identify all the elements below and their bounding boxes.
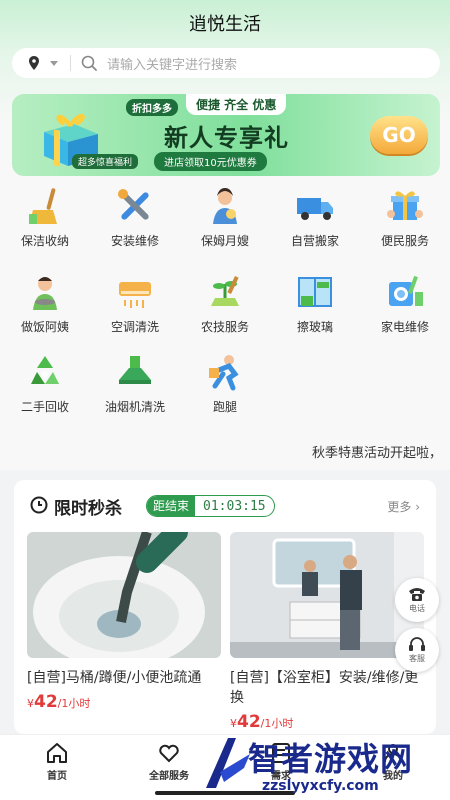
search-divider — [70, 55, 71, 71]
tools-icon — [118, 189, 149, 220]
range-hood-icon — [119, 356, 151, 384]
banner-go-button[interactable]: GO — [370, 116, 428, 154]
phone-button[interactable]: 电话 — [395, 578, 439, 622]
category-label: 油烟机清洗 — [104, 400, 165, 414]
recycle-icon — [31, 356, 59, 384]
chef-icon — [33, 277, 57, 310]
chevron-right-icon: › — [415, 500, 420, 514]
agriculture-icon — [211, 275, 239, 306]
runner-icon — [209, 355, 239, 391]
home-icon — [47, 743, 67, 763]
banner-tag-discount: 折扣多多 — [126, 99, 178, 116]
category-range-hood[interactable]: 油烟机清洗 — [90, 352, 180, 415]
countdown-time: 01:03:15 — [203, 498, 266, 514]
category-label: 擦玻璃 — [296, 320, 333, 334]
heart-hand-icon — [159, 744, 179, 763]
product-price: ¥42/1小时 — [27, 692, 221, 712]
category-cooking[interactable]: 做饭阿姨 — [0, 272, 90, 335]
category-label: 保姆月嫂 — [200, 234, 249, 248]
product-card[interactable]: [自营]马桶/蹲便/小便池疏通 ¥42/1小时 — [27, 521, 221, 712]
category-label: 跑腿 — [212, 400, 237, 414]
category-repair[interactable]: 安装维修 — [90, 186, 180, 249]
category-cleaning[interactable]: 保洁收纳 — [0, 186, 90, 249]
tab-label: 首页 — [47, 771, 67, 782]
chevron-down-icon[interactable] — [50, 60, 58, 66]
watermark: 智者游戏网 zzslyyxcfy.com — [200, 730, 450, 800]
phone-icon — [409, 588, 425, 601]
price-value: 42 — [34, 692, 58, 712]
product-card[interactable]: [自营]【浴室柜】安装/维修/更换 ¥42/1小时 — [230, 532, 424, 732]
product-name: [自营]【浴室柜】安装/维修/更换 — [230, 670, 419, 706]
banner-headline: 新人专享礼 — [164, 124, 289, 152]
window-icon — [298, 277, 332, 307]
watermark-text: 智者游戏网 — [248, 740, 414, 778]
category-window[interactable]: 擦玻璃 — [270, 272, 360, 335]
clock-icon — [30, 496, 48, 514]
flash-sale-title: 限时秒杀 — [54, 499, 122, 519]
service-label: 客服 — [409, 654, 425, 663]
countdown: 距结束 01:03:15 — [146, 495, 275, 517]
notice-marquee[interactable]: 秋季特惠活动开起啦， — [312, 442, 442, 461]
appliance-icon — [389, 275, 423, 306]
category-recycle[interactable]: 二手回收 — [0, 352, 90, 415]
phone-label: 电话 — [409, 604, 425, 613]
category-convenience[interactable]: 便民服务 — [360, 186, 450, 249]
category-label: 二手回收 — [20, 400, 69, 414]
more-link[interactable]: 更多 › — [387, 498, 420, 515]
banner-tag-welfare: 超多惊喜福利 — [72, 154, 139, 169]
app-title: 逍悦生活 — [189, 14, 261, 35]
price-unit: /1小时 — [57, 697, 91, 710]
category-label: 家电维修 — [380, 320, 429, 334]
price-unit: /1小时 — [260, 717, 294, 730]
price-symbol: ¥ — [230, 717, 237, 730]
category-label: 保洁收纳 — [20, 234, 69, 248]
product-price: ¥42/1小时 — [230, 712, 424, 732]
category-label: 自营搬家 — [290, 234, 339, 248]
flash-sale-card: 限时秒杀 距结束 01:03:15 更多 › [自营]马桶/蹲便/小便池疏通 ¥… — [14, 480, 436, 734]
countdown-label: 距结束 — [147, 496, 196, 516]
category-nanny[interactable]: 保姆月嫂 — [180, 186, 270, 249]
search-bar[interactable]: 请输入关键字进行搜索 — [12, 48, 440, 78]
category-moving[interactable]: 自营搬家 — [270, 186, 360, 249]
search-icon — [81, 54, 99, 72]
product-image-toilet — [27, 521, 221, 668]
category-appliance[interactable]: 家电维修 — [360, 272, 450, 335]
promo-banner[interactable]: 折扣多多 便捷 齐全 优惠 新人专享礼 超多惊喜福利 进店领取10元优惠券 GO — [12, 94, 440, 176]
broom-icon — [29, 188, 57, 224]
product-name: [自营]马桶/蹲便/小便池疏通 — [27, 670, 202, 686]
category-label: 安装维修 — [110, 234, 159, 248]
category-errand[interactable]: 跑腿 — [180, 352, 270, 415]
tab-home[interactable]: 首页 — [12, 741, 102, 782]
category-ac-cleaning[interactable]: 空调清洗 — [90, 272, 180, 335]
category-label: 农技服务 — [200, 320, 249, 334]
search-input[interactable]: 请输入关键字进行搜索 — [107, 54, 237, 73]
banner-subtitle: 进店领取10元优惠券 — [154, 152, 267, 171]
more-label: 更多 — [387, 500, 412, 514]
price-value: 42 — [237, 712, 261, 732]
truck-icon — [297, 198, 333, 220]
category-label: 便民服务 — [380, 234, 429, 248]
headset-icon — [409, 637, 425, 651]
location-pin-icon[interactable] — [28, 56, 42, 70]
gift-icon — [387, 191, 423, 220]
category-label: 空调清洗 — [110, 320, 159, 334]
nanny-icon — [213, 188, 237, 224]
customer-service-button[interactable]: 客服 — [395, 628, 439, 672]
category-agriculture[interactable]: 农技服务 — [180, 272, 270, 335]
category-label: 做饭阿姨 — [20, 320, 69, 334]
air-conditioner-icon — [119, 282, 151, 308]
watermark-url: zzslyyxcfy.com — [262, 778, 379, 794]
price-symbol: ¥ — [27, 697, 34, 710]
banner-tag-features: 便捷 齐全 优惠 — [186, 94, 287, 115]
